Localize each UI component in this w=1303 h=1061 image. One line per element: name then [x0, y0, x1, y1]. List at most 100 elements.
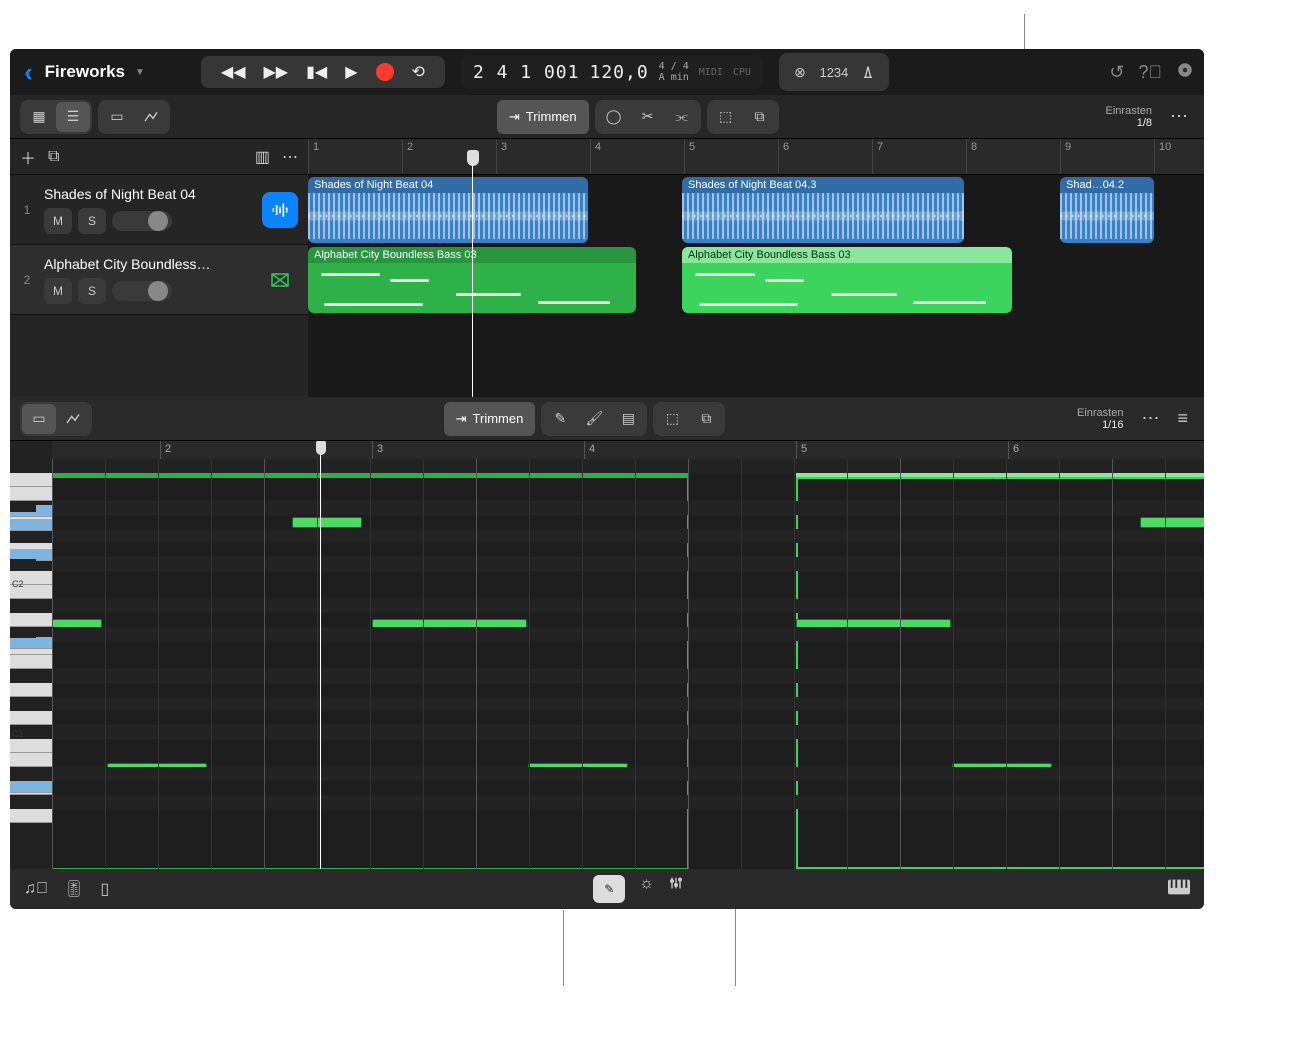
bar-number: 5: [689, 141, 695, 153]
mute-button[interactable]: M: [44, 208, 72, 234]
track-number: 2: [20, 273, 34, 287]
waveform-thumbnail: [682, 193, 964, 239]
trim-label: Trimmen: [526, 109, 577, 124]
editor-menu-icon[interactable]: ≡: [1171, 408, 1194, 429]
region-view-button[interactable]: ▭: [100, 102, 134, 132]
note-grid[interactable]: 2 3 4 5 6 ess Bass 03 Alphabet City Boun…: [52, 441, 1204, 869]
audio-region[interactable]: Shades of Night Beat 04: [308, 177, 588, 243]
editor-automation-view-button[interactable]: [56, 404, 90, 434]
grid-view-button[interactable]: ▦: [22, 102, 56, 132]
bar-number: 4: [589, 443, 595, 455]
track-more-button[interactable]: ⋯: [282, 147, 298, 167]
play-button[interactable]: ▶: [345, 62, 357, 82]
editor-region-view-button[interactable]: ▭: [22, 404, 56, 434]
browser-button[interactable]: ♫⃞: [24, 880, 48, 898]
midi-region-selected[interactable]: Alphabet City Boundless Bass 03: [682, 247, 1012, 313]
brush-tool-button[interactable]: 🖌: [577, 404, 611, 434]
bottom-bar: ♫⃞ 🎚 ▯ ✎ ☼: [10, 869, 1204, 909]
snap-setting[interactable]: Einrasten 1/8: [1106, 105, 1152, 129]
editor-trim-button[interactable]: ⇥ Trimmen: [444, 402, 536, 436]
metronome-button[interactable]: [851, 57, 885, 87]
controls-button[interactable]: [668, 875, 684, 903]
remote-button[interactable]: ▯: [100, 879, 109, 899]
timeline[interactable]: 1 2 3 4 5 6 7 8 9 10 Shades of Night Bea…: [308, 139, 1204, 397]
bar-number: 3: [501, 141, 507, 153]
rewind-button[interactable]: ◀◀: [221, 62, 246, 82]
bar-number: 7: [877, 141, 883, 153]
select-tool-button[interactable]: ⬚: [709, 102, 743, 132]
volume-slider[interactable]: [112, 211, 172, 231]
editor-body: C2C1 2 3 4 5 6 ess Bass 03 Alphabet City…: [10, 441, 1204, 869]
library-button[interactable]: ▥: [255, 147, 270, 167]
bar-number: 2: [165, 443, 171, 455]
scissors-tool-button[interactable]: ✂: [631, 102, 665, 132]
waveform-icon[interactable]: [262, 192, 298, 228]
pencil-tool-button[interactable]: ✎: [543, 404, 577, 434]
instrument-icon[interactable]: [262, 262, 298, 298]
record-button[interactable]: [376, 63, 394, 81]
cycle-button[interactable]: ⟲: [412, 62, 425, 82]
solo-button[interactable]: S: [78, 208, 106, 234]
editor-copy-button[interactable]: ⧉: [689, 404, 723, 434]
edit-mode-button[interactable]: ✎: [593, 875, 625, 903]
bar-number: 1: [313, 141, 319, 153]
editor-toolbar: ▭ ⇥ Trimmen ✎ 🖌 ▤ ⬚ ⧉: [10, 397, 1204, 441]
volume-slider[interactable]: [112, 281, 172, 301]
bar-ruler[interactable]: 1 2 3 4 5 6 7 8 9 10: [308, 139, 1204, 175]
tracks-toolbar: ▦ ☰ ▭ ⇥ Trimmen ◯ ✂ ⫘ ⬚ ⧉ Ein: [10, 95, 1204, 139]
keyboard-button[interactable]: [1168, 879, 1190, 900]
audio-region[interactable]: Shades of Night Beat 04.3: [682, 177, 964, 243]
quantize-button[interactable]: ☼: [639, 875, 654, 903]
audio-region[interactable]: Shad…04.2: [1060, 177, 1154, 243]
join-tool-button[interactable]: ⫘: [665, 102, 699, 132]
editor-more-button[interactable]: ⋯: [1135, 408, 1165, 429]
undo-button[interactable]: ↺: [1109, 62, 1124, 83]
playhead[interactable]: [472, 159, 473, 397]
replace-mode-button[interactable]: ⊗: [783, 57, 817, 87]
lcd-position: 2 4 1 001: [473, 62, 580, 83]
editor-playhead[interactable]: [320, 441, 321, 869]
mixer-button[interactable]: 🎚: [64, 879, 84, 899]
track-row[interactable]: 1 Shades of Night Beat 04 M S: [10, 175, 308, 245]
editor-ruler[interactable]: 2 3 4 5 6: [52, 441, 1204, 459]
track-name: Shades of Night Beat 04: [44, 186, 252, 202]
track-header-toolbar: ＋ ⧉ ▥ ⋯: [10, 139, 308, 175]
go-to-start-button[interactable]: ▮◀: [306, 62, 327, 82]
loop-tool-button[interactable]: ◯: [597, 102, 631, 132]
settings-button[interactable]: [1176, 61, 1194, 84]
list-view-button[interactable]: ☰: [56, 102, 90, 132]
bar-number: 5: [801, 443, 807, 455]
editor-snap-setting[interactable]: Einrasten 1/16: [1077, 407, 1123, 431]
velocity-tool-button[interactable]: ▤: [611, 404, 645, 434]
snap-label: Einrasten: [1106, 105, 1152, 117]
automation-view-button[interactable]: [134, 102, 168, 132]
midi-thumbnail: [682, 263, 1012, 309]
editor-select-button[interactable]: ⬚: [655, 404, 689, 434]
region-label: Shad…04.2: [1060, 177, 1154, 193]
tracks-more-button[interactable]: ⋯: [1164, 106, 1194, 127]
bar-number: 6: [1013, 443, 1019, 455]
add-track-button[interactable]: ＋: [20, 145, 36, 169]
project-menu-chevron-icon[interactable]: ▼: [135, 67, 145, 78]
region-label: Alphabet City Boundless Bass 03: [682, 247, 1012, 263]
transport-controls: ◀◀ ▶▶ ▮◀ ▶ ⟲: [201, 56, 445, 88]
lcd-display[interactable]: 2 4 1 001 120,0 4 / 4 A min MIDI CPU: [461, 55, 763, 89]
track-row[interactable]: 2 Alphabet City Boundless… M S: [10, 245, 308, 315]
bar-number: 9: [1065, 141, 1071, 153]
fast-forward-button[interactable]: ▶▶: [264, 62, 289, 82]
mute-button[interactable]: M: [44, 278, 72, 304]
editor-trim-label: Trimmen: [473, 411, 524, 426]
help-button[interactable]: ?⃝: [1138, 62, 1162, 83]
editor-snap-label: Einrasten: [1077, 407, 1123, 419]
count-in-button[interactable]: 1234: [817, 57, 851, 87]
editor-snap-value: 1/16: [1077, 419, 1123, 431]
lcd-cpu-label: CPU: [733, 67, 751, 78]
solo-button[interactable]: S: [78, 278, 106, 304]
copy-tool-button[interactable]: ⧉: [743, 102, 777, 132]
trim-tool-button[interactable]: ⇥ Trimmen: [497, 100, 589, 134]
back-button[interactable]: ‹: [20, 57, 37, 88]
waveform-thumbnail: [308, 193, 588, 239]
duplicate-track-button[interactable]: ⧉: [48, 148, 59, 166]
piano-roll-editor: ▭ ⇥ Trimmen ✎ 🖌 ▤ ⬚ ⧉: [10, 397, 1204, 869]
piano-keyboard[interactable]: C2C1: [10, 441, 52, 869]
